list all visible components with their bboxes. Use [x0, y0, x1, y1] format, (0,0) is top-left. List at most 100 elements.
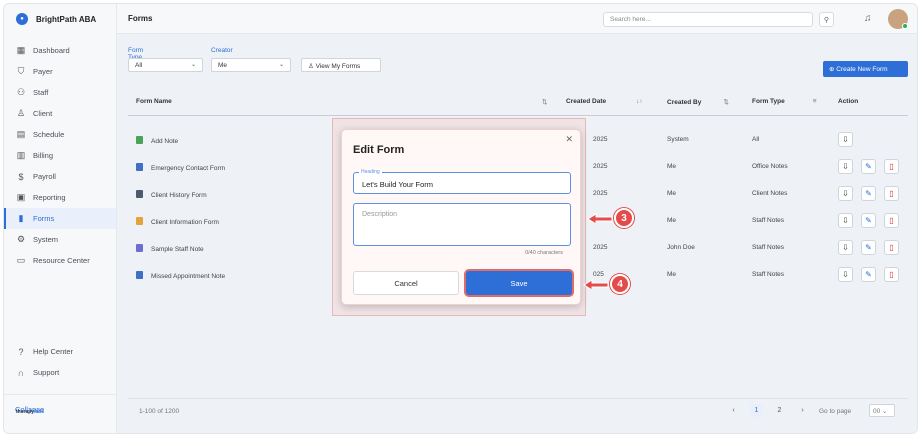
table-header: Form Name ⇅ Created Date ↓↑ Created By ⇅ F… — [128, 89, 908, 116]
form-name-text: Sample Staff Note — [151, 246, 204, 253]
form-name-text: Missed Appointment Note — [151, 273, 226, 280]
heading-field[interactable]: Heading Let's Build Your Form — [353, 169, 571, 194]
cancel-button[interactable]: Cancel — [353, 271, 459, 295]
filter-icon: ≡ — [812, 98, 817, 105]
avatar[interactable] — [888, 9, 908, 29]
column-label: Form Name — [136, 98, 172, 105]
download-icon[interactable]: ⇩ — [838, 267, 853, 282]
sidebar-item-payroll[interactable]: $ Payroll — [4, 166, 116, 187]
cell-form-name[interactable]: Sample Staff Note — [136, 244, 204, 253]
search-icon[interactable]: ⚲ — [819, 12, 834, 27]
edit-icon[interactable]: ✎ — [861, 267, 876, 282]
create-new-form-button[interactable]: ⊕ Create New Form — [823, 61, 908, 77]
sidebar-item-label: System — [33, 235, 59, 244]
page-select[interactable]: 00 ⌄ — [869, 404, 895, 417]
forms-icon: ▮ — [18, 213, 24, 223]
edit-icon[interactable]: ✎ — [861, 240, 876, 255]
description-field[interactable]: Description — [353, 203, 571, 246]
sidebar-item-system[interactable]: ⚙ System — [4, 229, 116, 250]
sidebar-item-reporting[interactable]: ▣ Reporting — [4, 187, 116, 208]
sort-icon: ↓↑ — [636, 98, 643, 105]
cell-form-name[interactable]: Client Information Form — [136, 217, 219, 226]
column-label: Created By — [667, 99, 702, 106]
sidebar-item-dashboard[interactable]: ▦ Dashboard — [4, 40, 116, 61]
download-icon[interactable]: ⇩ — [838, 240, 853, 255]
trash-icon[interactable]: ▯ — [884, 186, 899, 201]
form-icon — [136, 190, 143, 198]
description-placeholder: Description — [362, 211, 398, 218]
billing-icon: ▥ — [16, 150, 26, 160]
annotation-marker-3: 3 — [586, 208, 634, 228]
download-icon[interactable]: ⇩ — [838, 132, 853, 147]
sidebar-item-resource-center[interactable]: ▭ Resource Center — [4, 250, 116, 271]
form-name-text: Client Information Form — [151, 219, 219, 226]
arrow-left-icon — [583, 279, 609, 289]
pager: ‹ 1 2 › — [727, 404, 809, 417]
view-my-forms-button[interactable]: ♙ View My Forms — [301, 58, 381, 72]
sidebar-item-payer[interactable]: ⛉ Payer — [4, 61, 116, 82]
trash-icon[interactable]: ▯ — [884, 240, 899, 255]
cell-form-name[interactable]: Missed Appointment Note — [136, 271, 225, 280]
page-1[interactable]: 1 — [750, 404, 763, 417]
form-type-select[interactable]: All ⌄ — [128, 58, 203, 72]
arrow-left-icon — [587, 213, 613, 223]
search-input[interactable]: Search here... — [603, 12, 813, 27]
download-icon[interactable]: ⇩ — [838, 159, 853, 174]
edit-icon[interactable]: ✎ — [861, 186, 876, 201]
cell-form-name[interactable]: Client History Form — [136, 190, 207, 199]
download-icon[interactable]: ⇩ — [838, 213, 853, 228]
download-icon[interactable]: ⇩ — [838, 186, 853, 201]
heading-value: Let's Build Your Form — [362, 180, 434, 189]
cell-created-date: 2025 — [593, 190, 608, 197]
creator-select[interactable]: Me ⌄ — [211, 58, 291, 72]
column-created-date[interactable]: Created Date ↓↑ — [566, 98, 643, 105]
cell-created-date: 2025 — [593, 136, 608, 143]
cell-form-name[interactable]: Emergency Contact Form — [136, 163, 225, 172]
trash-icon[interactable]: ▯ — [884, 267, 899, 282]
chevron-down-icon: ⌄ — [190, 62, 196, 68]
sidebar-item-client[interactable]: ♙ Client — [4, 103, 116, 124]
dashboard-icon: ▦ — [16, 45, 26, 55]
schedule-icon: ▤ — [16, 129, 26, 139]
column-form-name[interactable]: Form Name — [136, 98, 172, 105]
cell-created-by: John Doe — [667, 244, 695, 251]
cell-form-type: All — [752, 136, 760, 143]
column-action: Action — [838, 98, 859, 105]
sidebar-item-support[interactable]: ∩ Support — [4, 362, 116, 383]
character-counter: 0/40 characters — [525, 250, 563, 256]
brand-logo-icon: ● — [16, 13, 28, 25]
sidebar-item-help-center[interactable]: ? Help Center — [4, 341, 116, 362]
sidebar-nav: ▦ Dashboard ⛉ Payer ⚇ Staff ♙ Client ▤ Schedu… — [4, 40, 116, 271]
trash-icon[interactable]: ▯ — [884, 213, 899, 228]
edit-icon[interactable]: ✎ — [861, 159, 876, 174]
page-2[interactable]: 2 — [773, 404, 786, 417]
pagination: 1-100 of 1200 ‹ 1 2 › Go to page 00 ⌄ — [128, 398, 908, 420]
help-icon: ? — [18, 346, 24, 357]
online-status-dot — [902, 23, 908, 29]
brand[interactable]: ● BrightPath ABA — [4, 4, 116, 34]
prev-page-icon[interactable]: ‹ — [727, 404, 740, 417]
close-icon[interactable]: ✕ — [565, 134, 573, 145]
notification-bell-icon[interactable]: ♫ — [864, 13, 872, 24]
create-new-form-label: Create New Form — [836, 66, 888, 73]
form-name-text: Emergency Contact Form — [151, 165, 226, 172]
cell-form-name[interactable]: Add Note — [136, 136, 178, 145]
column-created-by[interactable]: Created By ⇅ — [667, 98, 729, 106]
next-page-icon[interactable]: › — [796, 404, 809, 417]
column-form-type[interactable]: Form Type ≡ — [752, 98, 817, 105]
resource-icon: ▭ — [16, 255, 26, 265]
sidebar-item-forms[interactable]: ▮ Forms — [4, 208, 116, 229]
save-button[interactable]: Save — [466, 271, 572, 295]
go-to-page-label: Go to page — [819, 408, 852, 415]
staff-icon: ⚇ — [16, 87, 26, 97]
sidebar-item-staff[interactable]: ⚇ Staff — [4, 82, 116, 103]
sidebar-item-billing[interactable]: ▥ Billing — [4, 145, 116, 166]
sidebar-item-label: Staff — [33, 88, 49, 97]
sidebar-item-label: Support — [33, 368, 60, 377]
sort-icon[interactable]: ⇅ — [542, 98, 547, 106]
user-icon: ♙ — [308, 63, 316, 70]
modal-title: Edit Form — [353, 144, 405, 156]
edit-icon[interactable]: ✎ — [861, 213, 876, 228]
sidebar-item-schedule[interactable]: ▤ Schedule — [4, 124, 116, 145]
trash-icon[interactable]: ▯ — [884, 159, 899, 174]
